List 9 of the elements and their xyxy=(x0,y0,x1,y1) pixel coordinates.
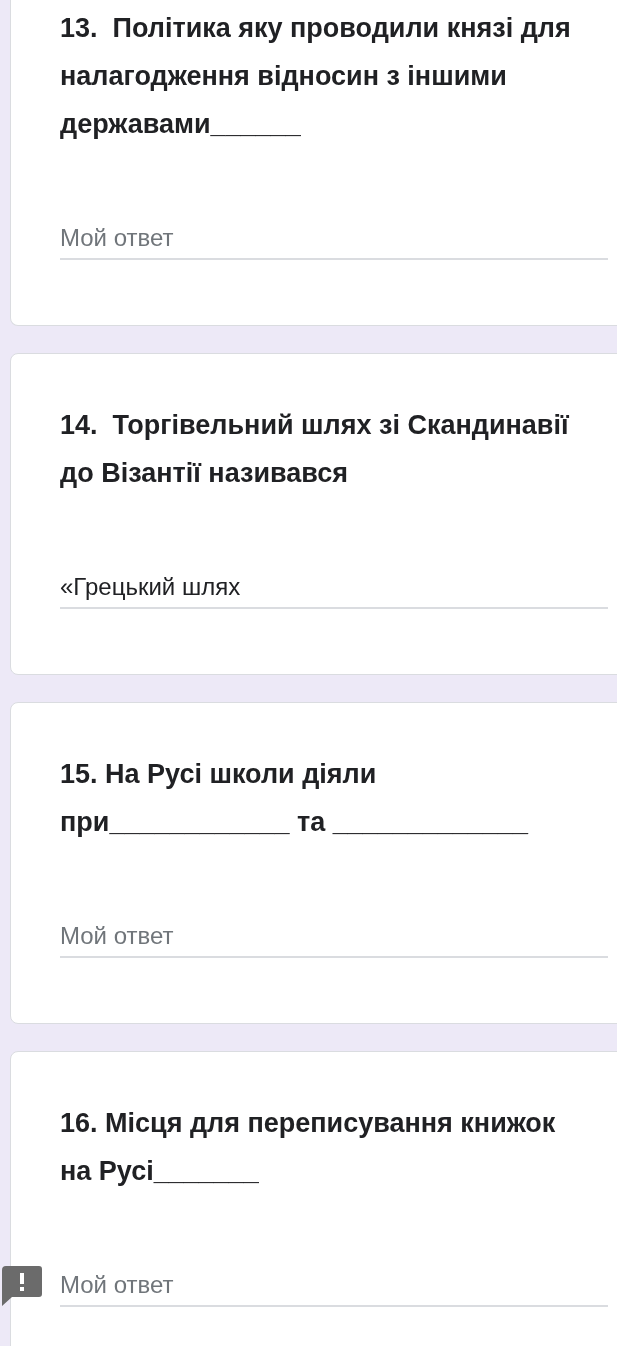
answer-field[interactable]: Мой ответ xyxy=(60,218,608,260)
question-title: 14. Торгівельний шлях зі Скандинавії до Візантії називався xyxy=(60,409,570,490)
answer-field[interactable]: Мой ответ xyxy=(60,916,608,958)
question-title: 15. На Русі школи діяли при____________ та _____________ xyxy=(60,758,530,839)
feedback-icon[interactable] xyxy=(2,1266,42,1306)
question-title: 16. Місця для переписування книжок на Русі_______ xyxy=(60,1107,557,1188)
question-title: 13. Політика яку проводили князі для налагодження відносин з іншими державами______ xyxy=(60,12,572,141)
answer-field[interactable]: Мой ответ xyxy=(60,1265,608,1307)
answer-field[interactable]: «Грецький шлях xyxy=(60,567,608,609)
